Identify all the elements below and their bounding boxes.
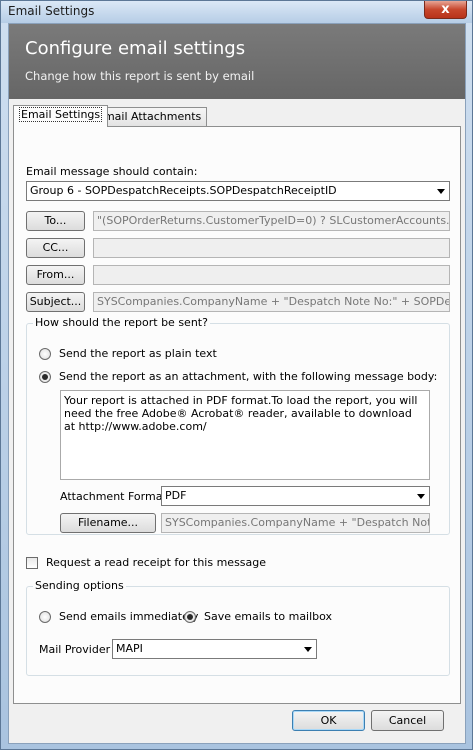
sending-options-legend: Sending options: [33, 579, 126, 592]
ok-button[interactable]: OK: [292, 710, 365, 731]
dialog-client: Configure email settings Change how this…: [8, 23, 466, 744]
attachment-label[interactable]: Send the report as an attachment, with t…: [59, 370, 437, 383]
attachment-format-label: Attachment Format:: [60, 490, 171, 503]
send-method-group: How should the report be sent? Send the …: [26, 316, 450, 535]
to-button[interactable]: To...: [26, 211, 85, 231]
attachment-format-value: PDF: [165, 489, 187, 502]
subject-field[interactable]: SYSCompanies.CompanyName + "Despatch Not…: [93, 292, 450, 312]
chevron-down-icon: [417, 494, 425, 499]
message-body-textarea[interactable]: Your report is attached in PDF format.To…: [60, 390, 430, 480]
read-receipt-checkbox[interactable]: [26, 557, 38, 569]
cc-field[interactable]: [93, 238, 450, 258]
to-field[interactable]: "(SOPOrderReturns.CustomerTypeID=0) ? SL…: [93, 211, 450, 231]
title-bar[interactable]: Email Settings x: [1, 1, 472, 23]
plain-text-label[interactable]: Send the report as plain text: [59, 347, 217, 360]
chevron-down-icon: [304, 647, 312, 652]
send-immediately-radio[interactable]: [39, 611, 51, 623]
page-subtitle: Change how this report is sent by email: [25, 69, 255, 83]
filename-button[interactable]: Filename...: [60, 513, 156, 533]
close-icon: x: [441, 2, 450, 17]
attachment-format-select[interactable]: PDF: [161, 486, 430, 506]
send-immediately-label[interactable]: Send emails immediately: [59, 610, 198, 623]
mail-provider-select[interactable]: MAPI: [112, 639, 317, 659]
tab-label: Email Settings: [19, 107, 103, 122]
dialog-header: Configure email settings Change how this…: [9, 24, 465, 99]
attachment-radio[interactable]: [39, 371, 51, 383]
save-to-mailbox-radio[interactable]: [184, 611, 196, 623]
email-contents-label: Email message should contain:: [26, 165, 198, 178]
close-button[interactable]: x: [424, 1, 467, 19]
chevron-down-icon: [437, 189, 445, 194]
from-button[interactable]: From...: [26, 265, 85, 285]
sending-options-group: Sending options Send emails immediately …: [26, 579, 450, 676]
plain-text-radio[interactable]: [39, 348, 51, 360]
page-title: Configure email settings: [25, 38, 246, 59]
email-settings-panel: Email message should contain: Group 6 - …: [13, 126, 461, 704]
from-field[interactable]: [93, 265, 450, 285]
cancel-button[interactable]: Cancel: [371, 710, 444, 731]
mail-provider-label: Mail Provider: [39, 643, 111, 656]
tab-email-settings[interactable]: Email Settings: [13, 105, 109, 127]
email-contents-value: Group 6 - SOPDespatchReceipts.SOPDespatc…: [30, 184, 337, 197]
filename-field[interactable]: SYSCompanies.CompanyName + "Despatch Not…: [161, 513, 430, 533]
tab-email-attachments[interactable]: Email Attachments: [91, 107, 208, 126]
tab-label: Email Attachments: [97, 110, 202, 123]
window-title: Email Settings: [8, 4, 95, 18]
send-method-legend: How should the report be sent?: [33, 316, 210, 329]
cc-button[interactable]: CC...: [26, 238, 85, 258]
save-to-mailbox-label[interactable]: Save emails to mailbox: [204, 610, 332, 623]
mail-provider-value: MAPI: [116, 642, 143, 655]
subject-button[interactable]: Subject...: [26, 292, 85, 312]
email-contents-select[interactable]: Group 6 - SOPDespatchReceipts.SOPDespatc…: [26, 181, 450, 201]
email-settings-window: Email Settings x Configure email setting…: [0, 0, 473, 750]
read-receipt-label[interactable]: Request a read receipt for this message: [46, 556, 266, 569]
